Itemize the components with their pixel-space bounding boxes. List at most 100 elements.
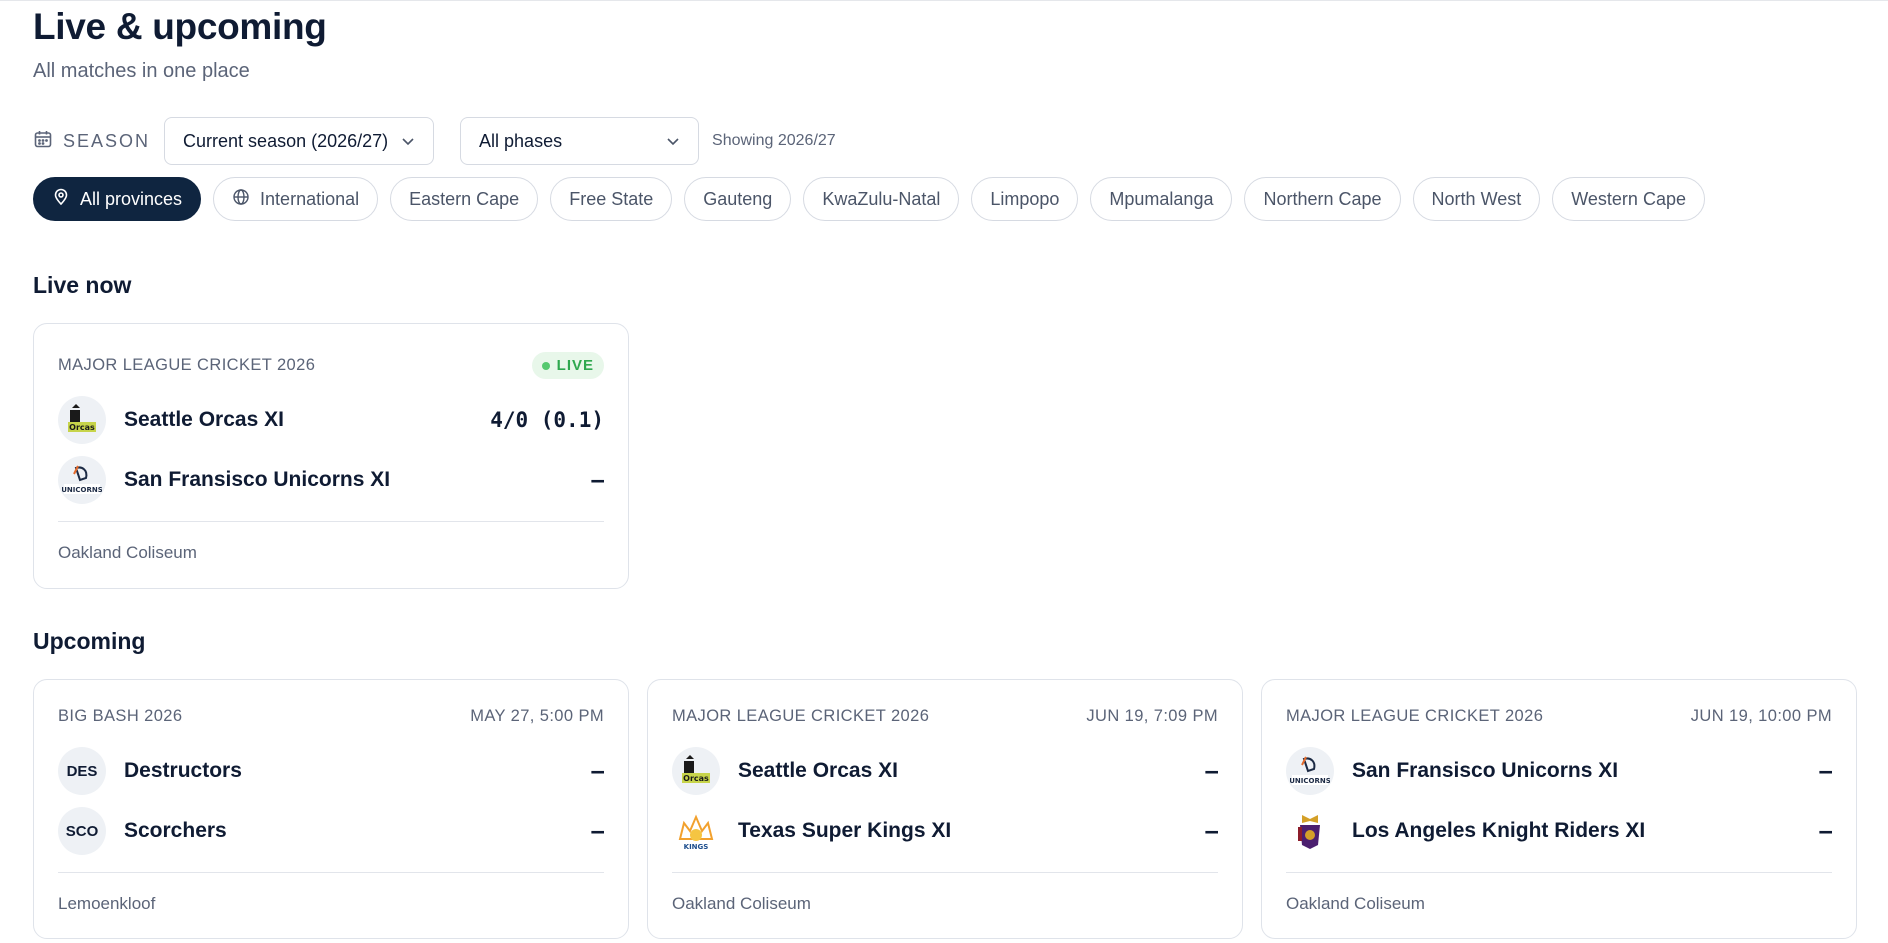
super-kings-logo-icon: KINGS bbox=[672, 807, 720, 855]
team-row: DES Destructors – bbox=[58, 746, 604, 796]
province-pill-label: North West bbox=[1431, 188, 1522, 209]
orcas-logo-icon: Orcas bbox=[58, 396, 106, 444]
team-abbr-avatar: SCO bbox=[58, 807, 106, 855]
team-name: San Fransisco Unicorns XI bbox=[124, 468, 391, 491]
province-pill-eastern-cape[interactable]: Eastern Cape bbox=[390, 177, 539, 221]
svg-text:Orcas: Orcas bbox=[69, 423, 95, 432]
card-divider bbox=[672, 872, 1218, 873]
team-name: Texas Super Kings XI bbox=[738, 819, 952, 842]
team-row: UNICORNS San Fransisco Unicorns XI – bbox=[58, 455, 604, 505]
team-row: UNICORNS San Fransisco Unicorns XI – bbox=[1286, 746, 1832, 796]
venue-name: Lemoenkloof bbox=[58, 894, 156, 913]
team-score: – bbox=[1819, 819, 1832, 843]
team-row: Orcas Seattle Orcas XI – bbox=[672, 746, 1218, 796]
team-score: – bbox=[591, 468, 604, 492]
province-pill-international[interactable]: International bbox=[213, 177, 379, 221]
team-row: Orcas Seattle Orcas XI 4/0 (0.1) bbox=[58, 395, 604, 445]
province-pill-label: Limpopo bbox=[990, 188, 1060, 209]
match-card-header: MAJOR LEAGUE CRICKET 2026 JUN 19, 10:00 … bbox=[1286, 707, 1832, 726]
province-filter-pills: All provinces International Eastern Cape… bbox=[33, 177, 1705, 221]
team-score: 4/0 (0.1) bbox=[490, 408, 604, 432]
province-pill-northern-cape[interactable]: Northern Cape bbox=[1244, 177, 1401, 221]
team-name: Destructors bbox=[124, 759, 242, 782]
season-select-value: Current season (2026/27) bbox=[183, 130, 389, 151]
province-pill-free-state[interactable]: Free State bbox=[550, 177, 673, 221]
venue-name: Oakland Coliseum bbox=[672, 894, 811, 913]
card-divider bbox=[1286, 872, 1832, 873]
phase-select[interactable]: All phases bbox=[460, 117, 700, 165]
province-pill-label: Western Cape bbox=[1571, 188, 1686, 209]
phase-select-value: All phases bbox=[479, 130, 563, 151]
province-pill-label: Northern Cape bbox=[1263, 188, 1382, 209]
team-name: San Fransisco Unicorns XI bbox=[1352, 759, 1619, 782]
svg-text:Orcas: Orcas bbox=[683, 774, 709, 783]
team-row: Los Angeles Knight Riders XI – bbox=[1286, 806, 1832, 856]
province-pill-mpumalanga[interactable]: Mpumalanga bbox=[1090, 177, 1233, 221]
province-pill-limpopo[interactable]: Limpopo bbox=[971, 177, 1079, 221]
province-pill-north-west[interactable]: North West bbox=[1412, 177, 1541, 221]
match-card-header: MAJOR LEAGUE CRICKET 2026 LIVE bbox=[58, 352, 604, 379]
season-label: SEASON bbox=[33, 129, 150, 154]
team-row: SCO Scorchers – bbox=[58, 806, 604, 856]
page-title: Live & upcoming bbox=[33, 6, 327, 47]
team-score: – bbox=[591, 819, 604, 843]
province-pill-label: Free State bbox=[569, 188, 654, 209]
card-divider bbox=[58, 872, 604, 873]
card-divider bbox=[58, 521, 604, 522]
province-pill-kwazulu-natal[interactable]: KwaZulu-Natal bbox=[803, 177, 960, 221]
province-pill-label: Gauteng bbox=[703, 188, 773, 209]
upcoming-section-title: Upcoming bbox=[33, 628, 146, 654]
team-name: Los Angeles Knight Riders XI bbox=[1352, 819, 1646, 842]
page-subtitle: All matches in one place bbox=[33, 60, 250, 82]
live-badge-label: LIVE bbox=[556, 357, 594, 374]
match-card-header: MAJOR LEAGUE CRICKET 2026 JUN 19, 7:09 P… bbox=[672, 707, 1218, 726]
team-score: – bbox=[1205, 759, 1218, 783]
season-filter-row: SEASON Current season (2026/27) All phas… bbox=[33, 117, 836, 165]
calendar-icon bbox=[33, 129, 53, 154]
team-score: – bbox=[591, 759, 604, 783]
live-match-card[interactable]: MAJOR LEAGUE CRICKET 2026 LIVE Orcas Sea… bbox=[33, 323, 629, 589]
venue-name: Oakland Coliseum bbox=[58, 543, 197, 562]
province-pill-label: All provinces bbox=[80, 188, 183, 209]
chevron-down-icon bbox=[401, 134, 415, 148]
venue-name: Oakland Coliseum bbox=[1286, 894, 1425, 913]
province-pill-label: Mpumalanga bbox=[1109, 188, 1214, 209]
match-time: JUN 19, 10:00 PM bbox=[1690, 707, 1832, 725]
upcoming-match-card[interactable]: MAJOR LEAGUE CRICKET 2026 JUN 19, 10:00 … bbox=[1261, 679, 1857, 939]
province-pill-gauteng[interactable]: Gauteng bbox=[684, 177, 792, 221]
province-pill-all[interactable]: All provinces bbox=[33, 177, 202, 221]
province-pill-western-cape[interactable]: Western Cape bbox=[1552, 177, 1705, 221]
knight-riders-logo-icon bbox=[1286, 807, 1334, 855]
team-name: Seattle Orcas XI bbox=[124, 408, 284, 431]
competition-name: MAJOR LEAGUE CRICKET 2026 bbox=[58, 356, 316, 374]
match-time: MAY 27, 5:00 PM bbox=[470, 707, 604, 725]
team-name: Seattle Orcas XI bbox=[738, 759, 898, 782]
province-pill-label: KwaZulu-Natal bbox=[822, 188, 941, 209]
competition-name: MAJOR LEAGUE CRICKET 2026 bbox=[1286, 707, 1544, 725]
chevron-down-icon bbox=[666, 134, 680, 148]
orcas-logo-icon: Orcas bbox=[672, 747, 720, 795]
team-name: Scorchers bbox=[124, 819, 227, 842]
competition-name: MAJOR LEAGUE CRICKET 2026 bbox=[672, 707, 930, 725]
svg-text:KINGS: KINGS bbox=[684, 843, 709, 851]
upcoming-match-card[interactable]: BIG BASH 2026 MAY 27, 5:00 PM DES Destru… bbox=[33, 679, 629, 939]
upcoming-match-card[interactable]: MAJOR LEAGUE CRICKET 2026 JUN 19, 7:09 P… bbox=[647, 679, 1243, 939]
globe-icon bbox=[232, 188, 250, 211]
season-label-text: SEASON bbox=[63, 130, 151, 151]
live-dot-icon bbox=[541, 361, 550, 370]
season-select[interactable]: Current season (2026/27) bbox=[164, 117, 435, 165]
team-score: – bbox=[1819, 759, 1832, 783]
svg-text:UNICORNS: UNICORNS bbox=[62, 486, 102, 494]
map-pin-icon bbox=[52, 188, 70, 211]
match-card-header: BIG BASH 2026 MAY 27, 5:00 PM bbox=[58, 707, 604, 726]
province-pill-label: Eastern Cape bbox=[409, 188, 520, 209]
unicorns-logo-icon: UNICORNS bbox=[58, 456, 106, 504]
showing-text: Showing 2026/27 bbox=[712, 132, 836, 149]
match-time: JUN 19, 7:09 PM bbox=[1086, 707, 1218, 725]
live-badge: LIVE bbox=[531, 352, 604, 379]
team-row: KINGS Texas Super Kings XI – bbox=[672, 806, 1218, 856]
competition-name: BIG BASH 2026 bbox=[58, 707, 183, 725]
unicorns-logo-icon: UNICORNS bbox=[1286, 747, 1334, 795]
team-abbr-avatar: DES bbox=[58, 747, 106, 795]
team-score: – bbox=[1205, 819, 1218, 843]
